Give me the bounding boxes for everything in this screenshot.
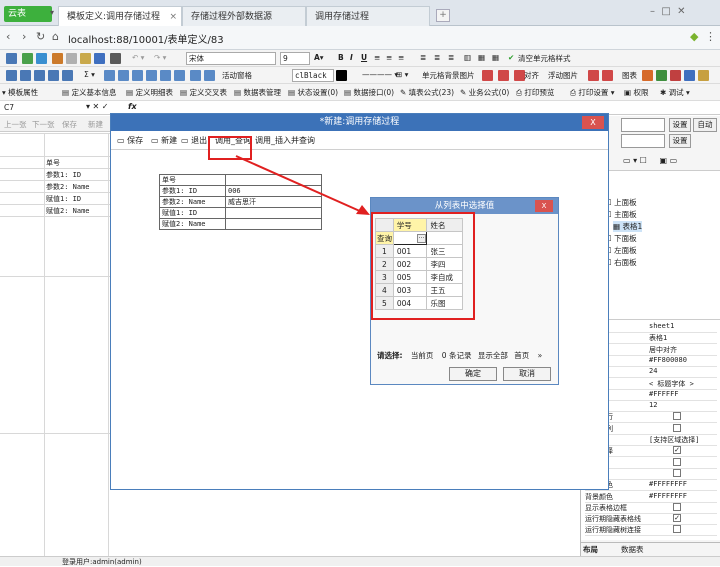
pager-label: 请选择: <box>377 351 403 360</box>
ok-button[interactable]: 确定 <box>449 367 497 381</box>
highlight-box <box>371 212 475 320</box>
first-page-button[interactable]: 首页 <box>514 351 529 360</box>
record-count: 0 <box>441 351 447 360</box>
records-label: 条记录 <box>448 351 472 360</box>
more-button[interactable]: » <box>538 351 543 360</box>
value-selector-dialog: 从列表中选择值 X 学号 姓名 查询 ··· 1 001 张三 2 002 李四 3 00… <box>370 197 559 385</box>
show-all-button[interactable]: 显示全部 <box>478 351 508 360</box>
annotation-arrow <box>235 155 370 215</box>
pager: 请选择: 当前页 0 条记录 显示全部 首页 » <box>377 350 542 361</box>
current-page-button[interactable]: 当前页 <box>411 351 434 360</box>
cancel-button[interactable]: 取消 <box>503 367 551 381</box>
selector-close-button[interactable]: X <box>535 200 553 212</box>
